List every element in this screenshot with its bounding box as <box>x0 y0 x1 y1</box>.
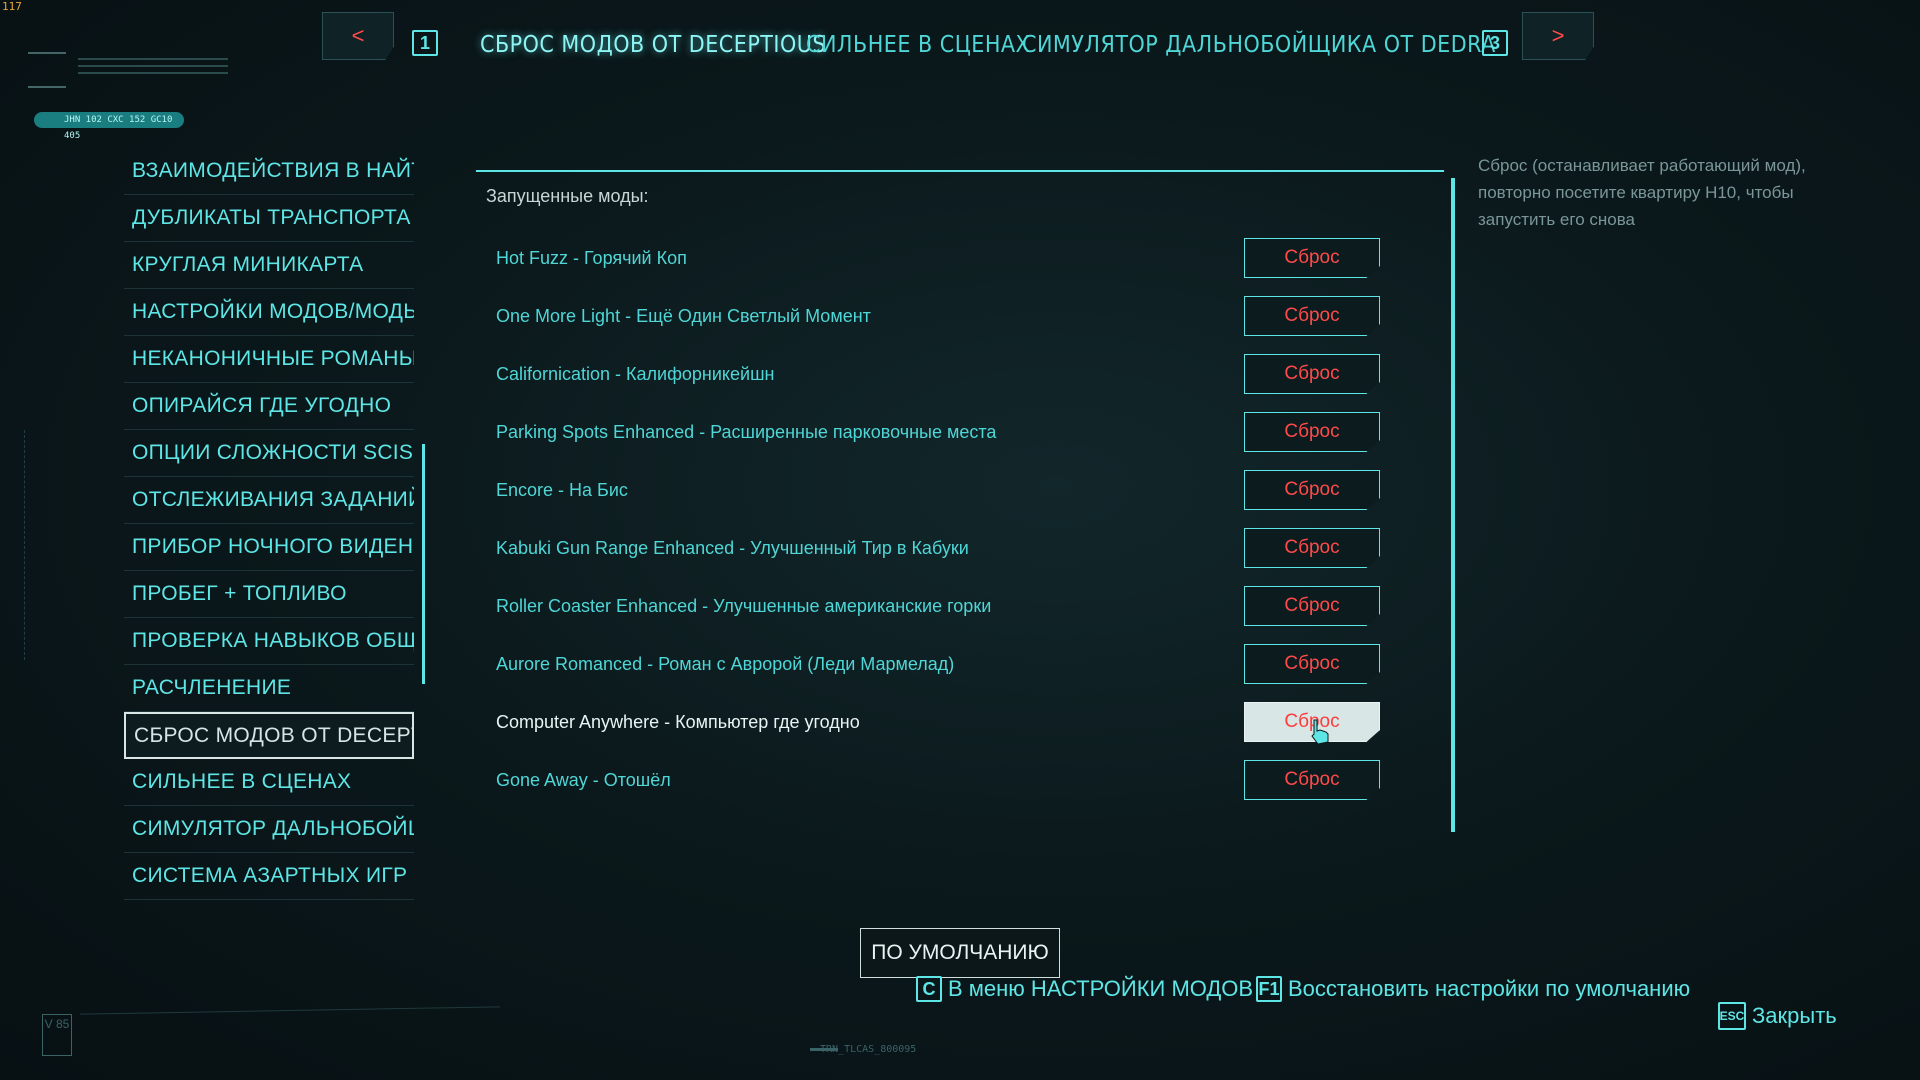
sidebar-item[interactable]: ВЗАИМОДЕЙСТВИЯ В НАЙТ СИ <box>124 148 414 195</box>
reset-button[interactable]: Сброс <box>1244 296 1380 336</box>
hotkey-mod-settings[interactable]: C В меню НАСТРОЙКИ МОДОВ <box>916 976 1253 1002</box>
prev-page-button[interactable]: < <box>322 12 394 60</box>
mod-row: Gone Away - Отошёл Сброс <box>496 760 1380 800</box>
mod-row: Kabuki Gun Range Enhanced - Улучшенный Т… <box>496 528 1380 568</box>
running-mods-title: Запущенные моды: <box>486 186 649 206</box>
prev-key-hint: 1 <box>412 30 438 56</box>
hotkey-close[interactable]: ESC Закрыть <box>1718 1002 1837 1030</box>
mod-row: One More Light - Ещё Один Светлый Момент… <box>496 296 1380 336</box>
reset-button[interactable]: Сброс <box>1244 644 1380 684</box>
sidebar-item[interactable]: РАСЧЛЕНЕНИЕ <box>124 665 414 712</box>
panel-top-border <box>476 170 1444 172</box>
mod-name: Computer Anywhere - Компьютер где угодно <box>496 712 860 732</box>
reset-button[interactable]: Сброс <box>1244 528 1380 568</box>
sidebar-item[interactable]: ОТСЛЕЖИВАНИЯ ЗАДАНИЙ <box>124 477 414 524</box>
mod-name: Californication - Калифорникейшн <box>496 364 775 384</box>
sidebar-item[interactable]: ПРОВЕРКА НАВЫКОВ ОБЩЕНИ <box>124 618 414 665</box>
vertical-decor <box>24 430 37 660</box>
hotkey-mod-settings-label: В меню НАСТРОЙКИ МОДОВ <box>948 976 1254 1001</box>
reset-button[interactable]: Сброс <box>1244 470 1380 510</box>
mod-name: Gone Away - Отошёл <box>496 770 671 790</box>
sidebar-item[interactable]: ПРОБЕГ + ТОПЛИВО <box>124 571 414 618</box>
bottom-decor-line <box>80 1006 500 1015</box>
reset-button[interactable]: Сброс <box>1244 238 1380 278</box>
sidebar-item[interactable]: ОПЦИИ СЛОЖНОСТИ SCISSOF <box>124 430 414 477</box>
sidebar-item[interactable]: СБРОС МОДОВ ОТ DECEPTIOU <box>124 712 414 759</box>
mod-name: Aurore Romanced - Роман с Авророй (Леди … <box>496 654 955 674</box>
sidebar-item[interactable]: СИМУЛЯТОР ДАЛЬНОБОЙЩИ <box>124 806 414 853</box>
reset-button[interactable]: Сброс <box>1244 760 1380 800</box>
sidebar-item[interactable]: НАСТРОЙКИ МОДОВ/МОДЫ <box>124 289 414 336</box>
hotkey-restore-defaults[interactable]: F1 Восстановить настройки по умолчанию <box>1256 976 1690 1002</box>
mod-row: Hot Fuzz - Горячий Коп Сброс <box>496 238 1380 278</box>
protocol-logo <box>28 52 228 88</box>
hand-cursor-icon <box>1311 719 1329 745</box>
panel-right-border <box>1451 178 1455 832</box>
key-esc: ESC <box>1718 1002 1746 1030</box>
sidebar-item[interactable]: НЕКАНОНИЧНЫЕ РОМАНЫ <box>124 336 414 383</box>
mod-row: Californication - Калифорникейшн Сброс <box>496 354 1380 394</box>
key-f1: F1 <box>1256 976 1282 1002</box>
mod-name: Kabuki Gun Range Enhanced - Улучшенный Т… <box>496 538 969 558</box>
sidebar-item[interactable]: ПРИБОР НОЧНОГО ВИДЕНИЯ <box>124 524 414 571</box>
sidebar-item[interactable]: СИЛЬНЕЕ В СЦЕНАХ <box>124 759 414 806</box>
reset-hint-text: Сброс (останавливает работающий мод), по… <box>1478 156 1806 229</box>
mod-name: Encore - На Бис <box>496 480 628 500</box>
key-c: C <box>916 976 942 1002</box>
status-tag: JHN 102 CXC 152 GC10 405 <box>34 112 184 141</box>
mod-row: Parking Spots Enhanced - Расширенные пар… <box>496 412 1380 452</box>
sidebar-scrollbar[interactable] <box>422 444 425 684</box>
hotkey-close-label: Закрыть <box>1752 1003 1837 1028</box>
reset-button[interactable]: Сброс <box>1244 354 1380 394</box>
tab-trucker-simulator[interactable]: СИМУЛЯТОР ДАЛЬНОБОЙЩИКА ОТ DEDRA <box>1022 32 1496 58</box>
next-key-hint: 3 <box>1482 30 1508 56</box>
tab-reset-mods[interactable]: СБРОС МОДОВ ОТ DECEPTIOUS <box>480 32 826 58</box>
tab-stronger-scenes[interactable]: СИЛЬНЕЕ В СЦЕНАХ <box>806 32 1030 58</box>
mod-row: Roller Coaster Enhanced - Улучшенные аме… <box>496 586 1380 626</box>
mod-sidebar: ВЗАИМОДЕЙСТВИЯ В НАЙТ СИДУБЛИКАТЫ ТРАНСП… <box>124 148 414 900</box>
bottom-code: TRN_TLCAS_800095 <box>820 1044 917 1055</box>
reset-button[interactable]: Сброс <box>1244 586 1380 626</box>
default-button[interactable]: ПО УМОЛЧАНИЮ <box>860 928 1060 978</box>
reset-button[interactable]: Сброс <box>1244 412 1380 452</box>
mod-name: Roller Coaster Enhanced - Улучшенные аме… <box>496 596 992 616</box>
mod-row: Encore - На Бис Сброс <box>496 470 1380 510</box>
mod-name: Hot Fuzz - Горячий Коп <box>496 248 687 268</box>
logo-icon <box>28 52 66 88</box>
mod-name: One More Light - Ещё Один Светлый Момент <box>496 306 871 326</box>
sidebar-item[interactable]: КРУГЛАЯ МИНИКАРТА <box>124 242 414 289</box>
sidebar-item[interactable]: ОПИРАЙСЯ ГДЕ УГОДНО <box>124 383 414 430</box>
sidebar-item[interactable]: СИСТЕМА АЗАРТНЫХ ИГР <box>124 853 414 900</box>
sidebar-item[interactable]: ДУБЛИКАТЫ ТРАНСПОРТА <box>124 195 414 242</box>
logo-decor-lines <box>78 58 228 79</box>
version-badge: V 85 <box>42 1014 72 1056</box>
mod-row: Aurore Romanced - Роман с Авророй (Леди … <box>496 644 1380 684</box>
mod-name: Parking Spots Enhanced - Расширенные пар… <box>496 422 997 442</box>
hotkey-restore-defaults-label: Восстановить настройки по умолчанию <box>1288 976 1691 1001</box>
next-page-button[interactable]: > <box>1522 12 1594 60</box>
fps-counter: 117 <box>2 0 22 13</box>
mod-row: Computer Anywhere - Компьютер где угодно… <box>496 702 1380 745</box>
